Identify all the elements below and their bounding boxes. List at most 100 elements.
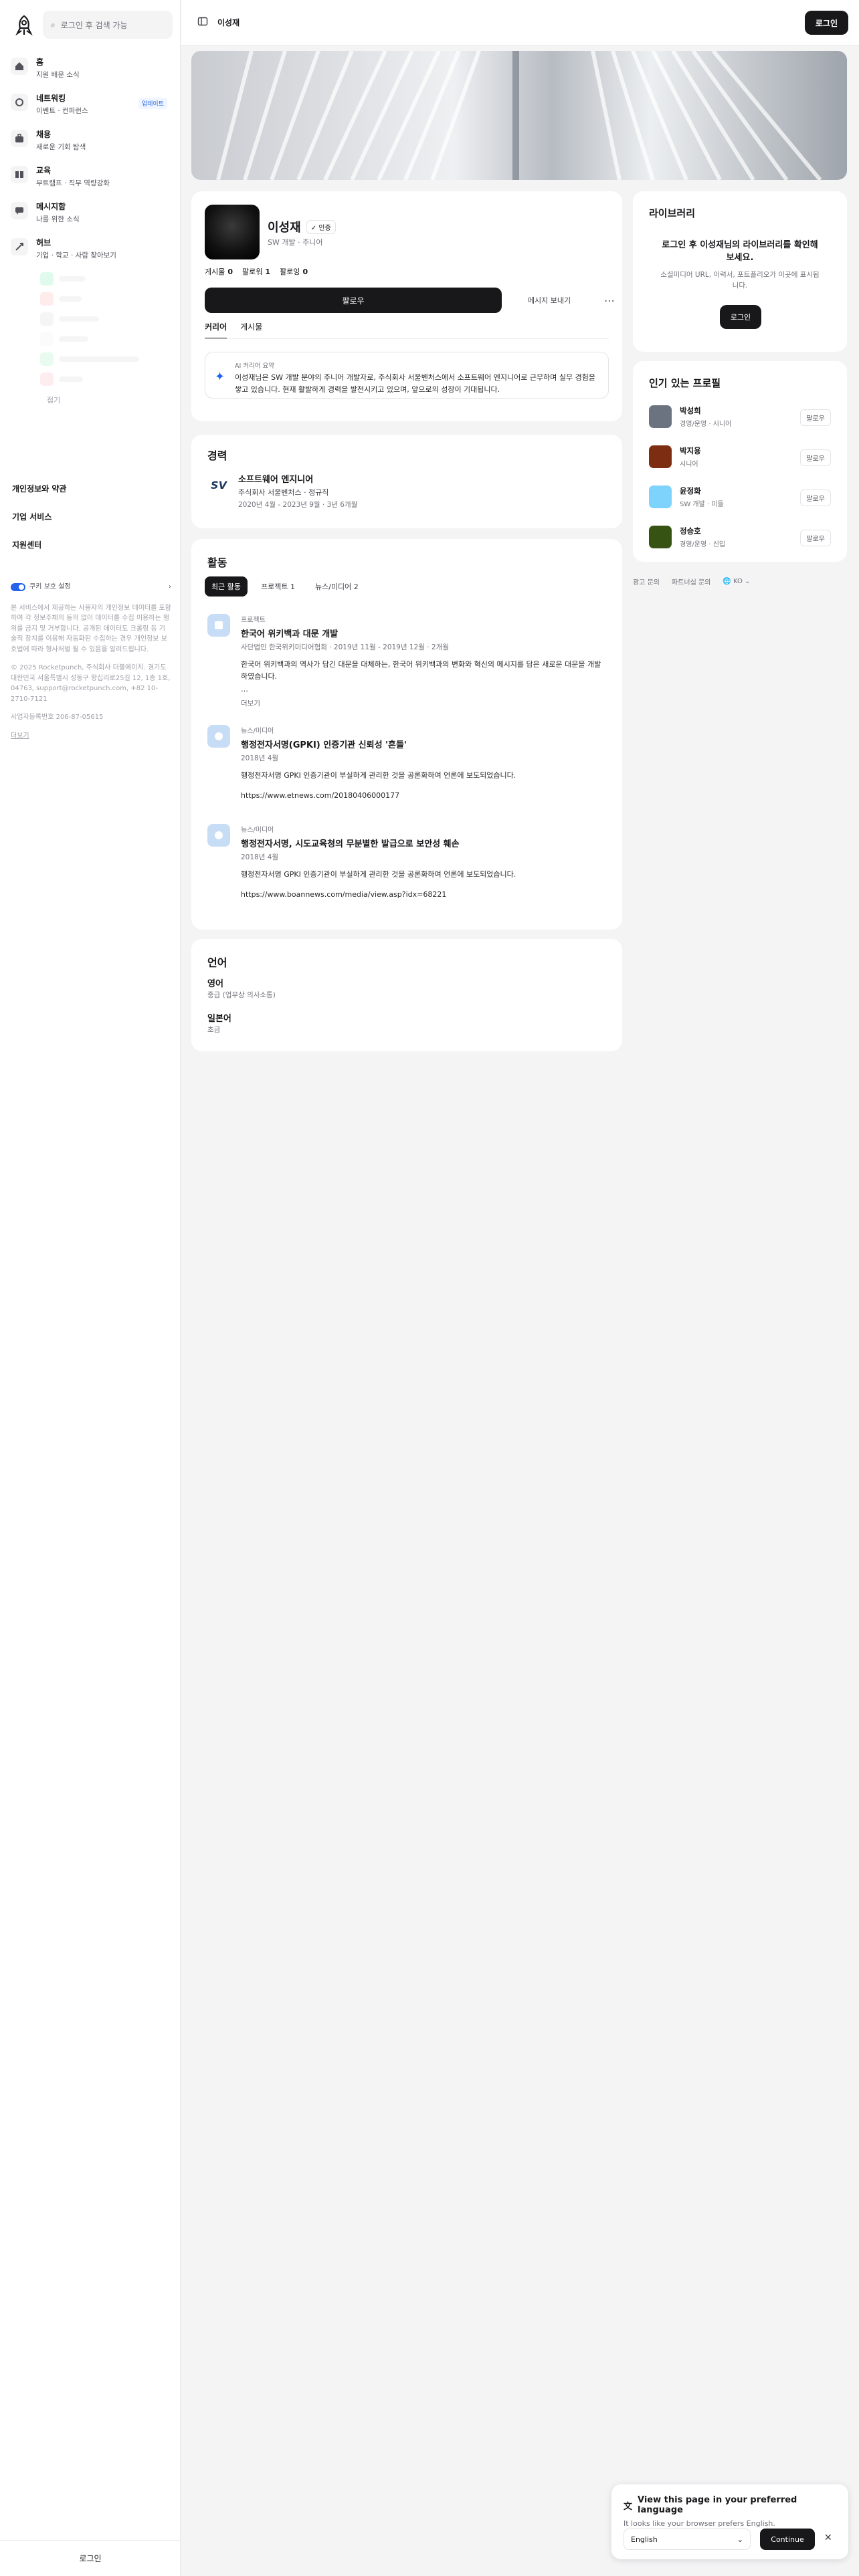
sidebar-toggle-icon[interactable] — [197, 16, 208, 29]
rocket-logo-icon[interactable] — [12, 13, 36, 37]
sidebar-item-messages[interactable]: 메시지함 나를 위한 소식 — [11, 197, 171, 233]
stat-following[interactable]: 팔로잉 0 — [280, 266, 308, 277]
more-options-icon[interactable]: ⋯ — [597, 288, 622, 313]
activity-category: 뉴스/미디어 — [241, 728, 274, 735]
language-name: 일본어 — [207, 1014, 231, 1024]
library-login-button[interactable]: 로그인 — [720, 305, 761, 329]
avatar — [205, 205, 260, 259]
popular-profile-row[interactable]: 정승호 경영/운영 · 신입 팔로우 — [649, 524, 831, 551]
experience-role: 소프트웨어 엔지니어 — [238, 475, 314, 485]
sidebar-item-sub: 나를 위한 소식 — [36, 215, 80, 223]
sidebar-item-jobs[interactable]: 채용새로운 기회 탐색 — [11, 124, 171, 160]
profile-name: 박지용 — [680, 446, 701, 455]
activity-url[interactable]: https://www.boannews.com/media/view.asp?… — [241, 890, 606, 899]
partnership-link[interactable]: 파트너십 문의 — [672, 576, 710, 586]
close-icon[interactable]: ✕ — [824, 2533, 832, 2543]
profile-name: 윤정화 — [680, 486, 701, 496]
news-icon — [207, 725, 230, 748]
sidebar-item-home[interactable]: 홈 지원 배운 소식 — [11, 52, 171, 88]
login-button[interactable]: 로그인 — [804, 11, 848, 35]
message-button[interactable]: 메시지 보내기 — [508, 288, 590, 313]
more-info-link[interactable]: 더보기 — [11, 731, 171, 742]
sidebar-login-button[interactable]: 로그인 — [0, 2540, 181, 2576]
popup-title-row: 文 View this page in your preferred langu… — [624, 2495, 836, 2515]
profile-card: 이성재 ✓ 인증 SW 개발 · 주니어 게시물 0 팔로워 1 팔로잉 0 팔로우 … — [191, 191, 622, 421]
sidebar-item-hub[interactable]: 허브 기업 · 학교 · 사람 찾아보기 — [11, 233, 171, 269]
tab-news[interactable]: 뉴스/미디어 2 — [308, 576, 365, 597]
legal-links: 개인정보와 약관 기업 서비스 지원센터 — [12, 479, 166, 563]
sidebar-item-sub: 이벤트 · 컨퍼런스 — [36, 107, 88, 115]
popular-profile-row[interactable]: 박지용 시니어 팔로우 — [649, 444, 831, 471]
follow-button[interactable]: 팔로우 — [205, 288, 502, 313]
business-service-link[interactable]: 기업 서비스 — [12, 507, 166, 535]
experience-company: 주식회사 서울벤처스 · 정규직 — [238, 488, 329, 497]
experience-title: 경력 — [207, 449, 227, 462]
language-select[interactable]: English ⌄ — [624, 2529, 751, 2550]
activity-ellipsis: … — [241, 685, 248, 694]
search-input[interactable]: ⌕ 로그인 후 검색 가능 — [43, 11, 173, 39]
tab-posts[interactable]: 게시물 — [240, 321, 262, 339]
ai-career-summary: ✦ AI 커리어 요약 이성재님은 SW 개발 분야의 주니어 개발자로, 주식… — [205, 352, 609, 399]
popular-profile-row[interactable]: 윤정화 SW 개발 · 미들 팔로우 — [649, 484, 831, 511]
experience-card: 경력 SV 소프트웨어 엔지니어 주식회사 서울벤처스 · 정규직 2020년 … — [191, 435, 622, 528]
sidebar-item-title: 채용 — [36, 130, 52, 139]
cover-image — [191, 51, 847, 180]
sidebar-item-education[interactable]: 교육부트캠프 · 직무 역량강화 — [11, 160, 171, 197]
sidebar-item-title: 홈 — [36, 58, 44, 67]
news-icon — [207, 824, 230, 847]
activity-item[interactable]: 프로젝트 한국어 위키백과 대문 개발 사단법인 한국위키미디어협회 · 201… — [207, 614, 606, 708]
follow-button[interactable]: 팔로우 — [800, 490, 831, 506]
follow-button[interactable]: 팔로우 — [800, 530, 831, 546]
company-info: © 2025 Rocketpunch, 주식회사 더블에이치. 경기도 대한민국… — [11, 664, 171, 703]
home-icon — [11, 58, 28, 75]
translate-icon: 文 — [624, 2501, 633, 2512]
chevron-down-icon: ⌄ — [737, 2535, 743, 2544]
follow-button[interactable]: 팔로우 — [800, 449, 831, 466]
tab-career[interactable]: 커리어 — [205, 321, 227, 339]
fold-link[interactable]: 접기 — [47, 395, 171, 405]
profile-sub: 경영/운영 · 시니어 — [680, 421, 732, 428]
stat-posts[interactable]: 게시물 0 — [205, 266, 233, 277]
sidebar-item-sub: 부트캠프 · 직무 역량강화 — [36, 179, 110, 187]
sidebar-footer: 쿠키 보호 설정 › 본 서비스에서 제공하는 사용자의 개인정보 데이터를 포… — [11, 582, 171, 749]
stat-followers[interactable]: 팔로워 1 — [242, 266, 270, 277]
library-card: 라이브러리 로그인 후 이성재님의 라이브러리를 확인해보세요. 소셜미디어 U… — [633, 191, 847, 352]
activity-item[interactable]: 뉴스/미디어 행정전자서명, 시도교육청의 무분별한 발급으로 보안성 훼손 2… — [207, 824, 606, 899]
activity-date: 사단법인 한국위키미디어협회 · 2019년 11월 - 2019년 12월 ·… — [241, 643, 449, 651]
read-more-link[interactable]: 더보기 — [241, 698, 606, 708]
follow-button[interactable]: 팔로우 — [800, 409, 831, 426]
ai-summary-text: 이성재님은 SW 개발 분야의 주니어 개발자로, 주식회사 서울벤처스에서 소… — [235, 373, 595, 394]
profile-sub: SW 개발 · 미들 — [680, 501, 724, 508]
sidebar-item-networking[interactable]: 네트워킹 이벤트 · 컨퍼런스 업데이트 — [11, 88, 171, 124]
cookie-settings-label: 쿠키 보호 설정 — [29, 583, 71, 591]
message-icon — [11, 202, 28, 219]
ad-inquiry-link[interactable]: 광고 문의 — [633, 576, 660, 586]
sidebar-item-title: 교육 — [36, 166, 52, 175]
cookie-toggle[interactable] — [11, 582, 25, 591]
sidebar-item-title: 네트워킹 — [36, 94, 66, 103]
language-selector[interactable]: 🌐 KO ⌄ — [723, 578, 750, 585]
verified-badge: ✓ 인증 — [306, 219, 336, 234]
chevron-right-icon: › — [169, 583, 171, 591]
network-icon — [11, 94, 28, 111]
tab-projects[interactable]: 프로젝트 1 — [254, 576, 302, 597]
activity-item[interactable]: 뉴스/미디어 행정전자서명(GPKI) 인증기관 신뢰성 '흔들' 2018년 … — [207, 725, 606, 800]
continue-button[interactable]: Continue — [760, 2529, 815, 2550]
right-footer-links: 광고 문의 파트너십 문의 🌐 KO ⌄ — [633, 576, 750, 586]
support-center-link[interactable]: 지원센터 — [12, 535, 166, 563]
language-select-value: English — [631, 2535, 658, 2544]
activity-title-text: 행정전자서명, 시도교육청의 무분별한 발급으로 보안성 훼손 — [241, 839, 460, 849]
sidebar-item-sub: 새로운 기회 탐색 — [36, 143, 86, 151]
business-number: 사업자등록번호 206-87-05615 — [11, 714, 104, 721]
activity-url[interactable]: https://www.etnews.com/20180406000177 — [241, 791, 606, 800]
privacy-terms-link[interactable]: 개인정보와 약관 — [12, 479, 166, 507]
experience-period: 2020년 4월 - 2023년 9월 · 3년 6개월 — [238, 501, 358, 509]
language-level: 초급 — [207, 1026, 221, 1034]
library-title: 라이브러리 — [649, 207, 696, 219]
tab-recent[interactable]: 최근 활동 — [205, 576, 248, 597]
popular-title: 인기 있는 프로필 — [649, 377, 721, 389]
cookie-settings-row[interactable]: 쿠키 보호 설정 › — [11, 582, 171, 593]
popular-profile-row[interactable]: 박성희 경영/운영 · 시니어 팔로우 — [649, 404, 831, 431]
activity-title-text: 행정전자서명(GPKI) 인증기관 신뢰성 '흔들' — [241, 740, 407, 750]
activity-card: 활동 최근 활동 프로젝트 1 뉴스/미디어 2 프로젝트 한국어 위키백과 대… — [191, 539, 622, 930]
